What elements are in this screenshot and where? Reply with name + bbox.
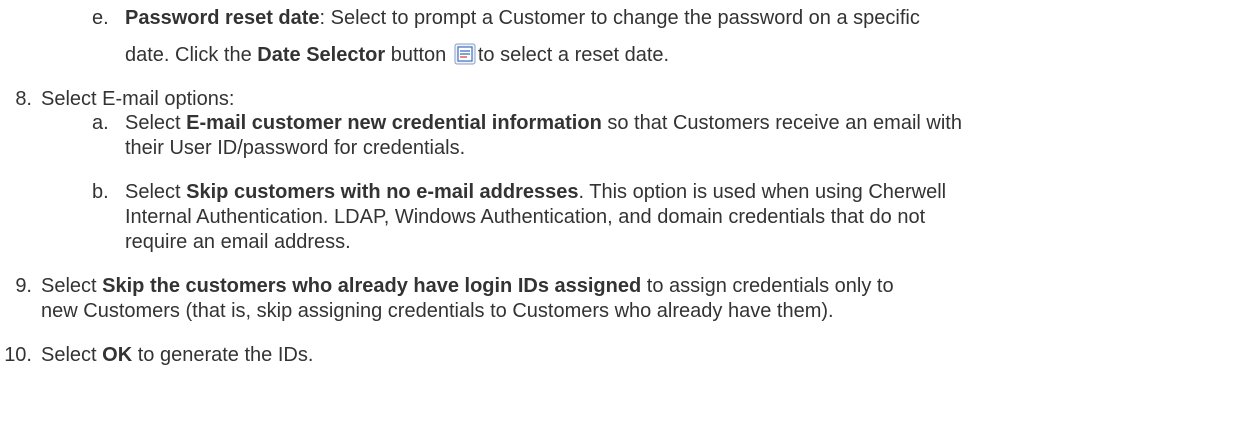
- marker-e: e.: [92, 7, 109, 29]
- marker-8: 8.: [15, 88, 32, 110]
- marker-b: b.: [92, 181, 109, 203]
- bold-password-reset-date: Password reset date: [125, 7, 320, 29]
- marker-9: 9.: [15, 275, 32, 297]
- bold-skip-no-email: Skip customers with no e-mail addresses: [186, 181, 579, 203]
- bold-ok: OK: [102, 344, 133, 366]
- bold-skip-existing-login: Skip the customers who already have logi…: [102, 275, 642, 297]
- document-page: e. Password reset date: Select to prompt…: [0, 0, 1253, 421]
- calendar-date-selector-icon[interactable]: [454, 43, 476, 65]
- bold-email-new-credential: E-mail customer new credential informati…: [186, 112, 602, 134]
- marker-10: 10.: [4, 344, 32, 366]
- bold-date-selector: Date Selector: [257, 44, 386, 66]
- marker-a: a.: [92, 112, 109, 134]
